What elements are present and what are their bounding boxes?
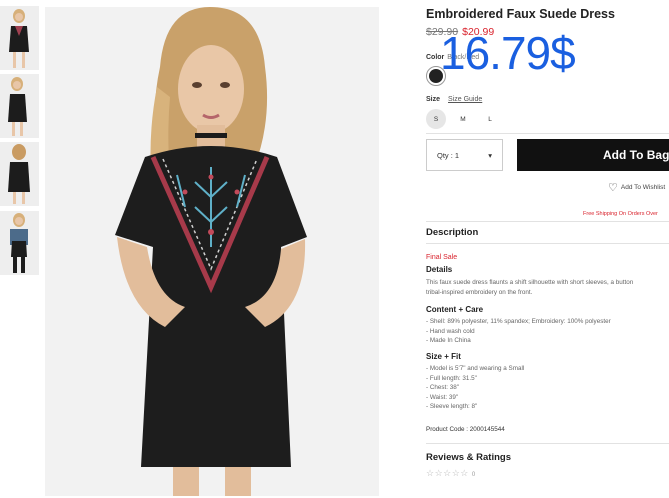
thumbnail-1[interactable] xyxy=(0,6,39,70)
description-heading[interactable]: Description xyxy=(426,227,478,238)
size-fit-line: - Sleeve length: 8" xyxy=(426,403,478,410)
size-fit-text: - Model is 5'7" and wearing a Small - Fu… xyxy=(426,364,524,412)
rating-stars: ☆☆☆☆☆ 0 xyxy=(426,468,476,479)
chevron-down-icon: ▾ xyxy=(488,150,492,160)
size-label: Size xyxy=(426,96,441,103)
content-line: - Hand wash cold xyxy=(426,327,475,335)
details-line: tribal-inspired embroidery on the front. xyxy=(426,288,533,296)
size-option-m[interactable]: M xyxy=(453,109,473,129)
product-title: Embroidered Faux Suede Dress xyxy=(426,7,615,21)
content-line: - Made In China xyxy=(426,337,471,344)
product-main-image[interactable] xyxy=(45,7,379,496)
size-options: S M L xyxy=(426,109,507,129)
size-fit-line: - Chest: 38" xyxy=(426,384,460,391)
size-option-s[interactable]: S xyxy=(426,109,446,129)
content-line: - Shell: 89% polyester, 11% spandex; Emb… xyxy=(426,318,611,325)
product-details: Embroidered Faux Suede Dress $29.90 $20.9… xyxy=(426,0,669,498)
size-guide-link[interactable]: Size Guide xyxy=(448,96,482,103)
size-option-l[interactable]: L xyxy=(480,109,500,129)
add-to-wishlist-link[interactable]: ♡ Add To Wishlist xyxy=(608,181,665,194)
size-fit-line: - Waist: 39" xyxy=(426,393,459,401)
divider xyxy=(426,133,669,134)
details-heading: Details xyxy=(426,265,453,274)
size-fit-line: - Model is 5'7" and wearing a Small xyxy=(426,365,525,372)
divider xyxy=(426,443,669,444)
overlay-price: 16.79$ xyxy=(440,27,576,79)
details-text: This faux suede dress flaunts a shift si… xyxy=(426,278,633,297)
thumbnail-2[interactable] xyxy=(0,74,39,138)
free-shipping-note: Free Shipping On Orders Over xyxy=(583,211,658,217)
reviews-heading[interactable]: Reviews & Ratings xyxy=(426,452,511,463)
content-care-text: - Shell: 89% polyester, 11% spandex; Emb… xyxy=(426,317,611,346)
size-fit-heading: Size + Fit xyxy=(426,352,461,361)
product-code: Product Code : 2000145544 xyxy=(426,426,505,433)
size-row: Size Size Guide xyxy=(426,96,482,103)
thumbnail-4[interactable] xyxy=(0,211,39,275)
heart-icon: ♡ xyxy=(608,182,618,194)
quantity-select[interactable]: Qty : 1 ▾ xyxy=(426,139,503,171)
add-to-bag-button[interactable]: Add To Bag xyxy=(517,139,669,171)
divider xyxy=(426,243,669,244)
details-line: This faux suede dress flaunts a shift si… xyxy=(426,279,634,286)
wishlist-label: Add To Wishlist xyxy=(620,184,666,191)
final-sale-label: Final Sale xyxy=(426,254,458,261)
thumbnail-3[interactable] xyxy=(0,142,39,206)
qty-label: Qty : 1 xyxy=(437,150,460,160)
size-fit-line: - Full length: 31.5" xyxy=(426,374,477,382)
content-care-heading: Content + Care xyxy=(426,305,484,314)
star-icons: ☆☆☆☆☆ xyxy=(426,468,469,478)
divider xyxy=(426,221,669,222)
review-count: 0 xyxy=(471,472,476,478)
